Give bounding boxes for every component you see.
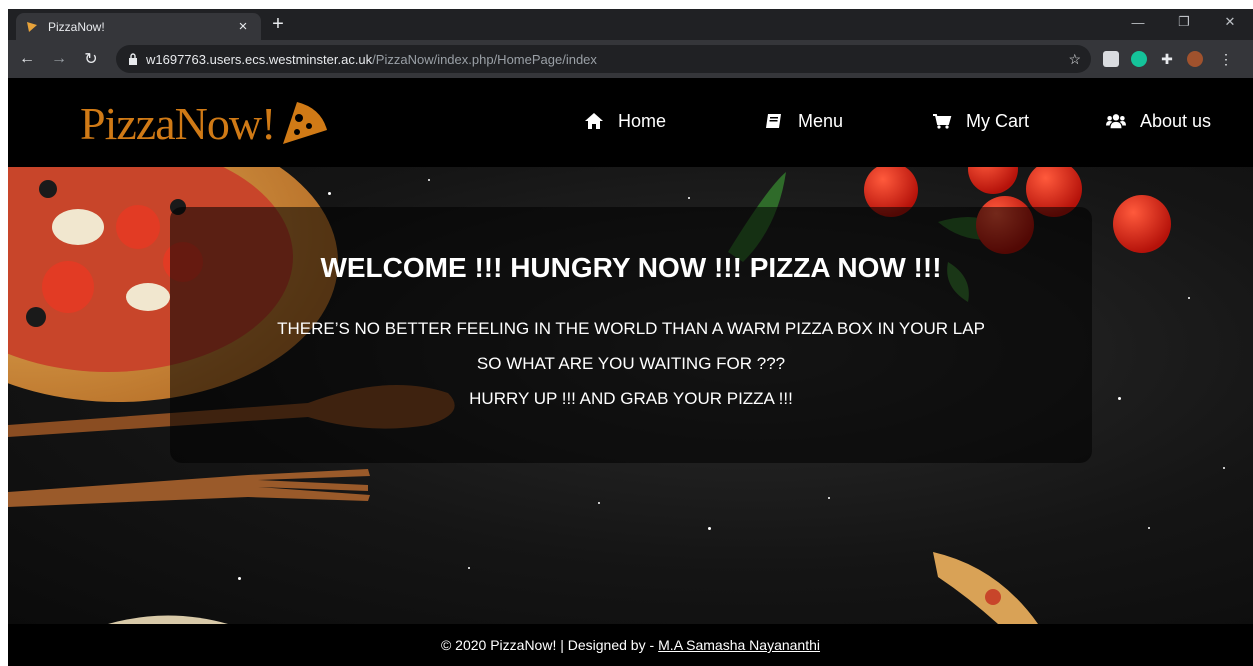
site-footer: © 2020 PizzaNow! | Designed by - M.A Sam…: [8, 624, 1253, 666]
browser-tab-strip: PizzaNow! × + — ❐ ✕: [8, 9, 1253, 40]
forward-icon[interactable]: →: [46, 46, 72, 72]
welcome-heading: WELCOME !!! HUNGRY NOW !!! PIZZA NOW !!!: [320, 252, 942, 283]
back-icon[interactable]: ←: [14, 46, 40, 72]
bookmark-star-icon[interactable]: ☆: [1068, 51, 1081, 68]
book-icon: [766, 114, 781, 128]
nav-home[interactable]: Home: [584, 108, 666, 134]
address-bar[interactable]: w1697763.users.ecs.westminster.ac.uk/Piz…: [116, 45, 1091, 73]
close-window-icon[interactable]: ✕: [1207, 9, 1253, 35]
footer-text: © 2020 PizzaNow! | Designed by -: [440, 637, 655, 653]
minimize-icon[interactable]: —: [1115, 9, 1161, 35]
browser-tab[interactable]: PizzaNow! ×: [16, 13, 261, 40]
site-header: PizzaNow! Home Menu My Cart About us: [8, 78, 1253, 167]
welcome-panel: WELCOME !!! HUNGRY NOW !!! PIZZA NOW !!!…: [170, 207, 1092, 463]
nav-home-label: Home: [618, 110, 667, 131]
browser-toolbar: ← → ↻ w1697763.users.ecs.westminster.ac.…: [8, 40, 1253, 78]
nav-menu-label: Menu: [798, 110, 844, 131]
nav-about-us-label: About us: [1140, 110, 1212, 131]
site-logo[interactable]: PizzaNow!: [80, 88, 331, 158]
lock-icon: [129, 53, 137, 65]
hero-line-1: THERE’S NO BETTER FEELING IN THE WORLD T…: [277, 319, 985, 338]
hero-section: WELCOME !!! HUNGRY NOW !!! PIZZA NOW !!!…: [8, 167, 1253, 624]
restore-icon[interactable]: ❐: [1161, 9, 1207, 35]
tab-title: PizzaNow!: [48, 19, 105, 34]
grammarly-icon[interactable]: [1131, 51, 1147, 67]
nav-my-cart-label: My Cart: [966, 110, 1029, 131]
users-icon: [1106, 114, 1126, 129]
logo-text: PizzaNow!: [80, 97, 276, 149]
hero-line-3: HURRY UP !!! AND GRAB YOUR PIZZA !!!: [469, 389, 793, 408]
pizza-slice-icon: [283, 102, 328, 144]
url-host: w1697763.users.ecs.westminster.ac.uk: [146, 51, 373, 67]
nav-menu[interactable]: Menu: [764, 108, 843, 134]
home-icon: [585, 113, 603, 129]
nav-about-us[interactable]: About us: [1106, 108, 1211, 134]
profile-avatar[interactable]: [1187, 51, 1203, 67]
pizza-favicon-icon: [27, 21, 37, 32]
cart-icon: [933, 114, 952, 129]
designer-link[interactable]: M.A Samasha Nayananthi: [658, 637, 820, 653]
reader-icon[interactable]: [1103, 51, 1119, 67]
tab-close-icon[interactable]: ×: [235, 18, 251, 35]
pizza-site: PizzaNow! Home Menu My Cart About us WEL…: [8, 78, 1253, 666]
url-path: /PizzaNow/index.php/HomePage/index: [372, 51, 597, 67]
nav-my-cart[interactable]: My Cart: [932, 108, 1029, 134]
new-tab-button[interactable]: +: [266, 13, 290, 37]
more-menu-icon[interactable]: ⋮: [1218, 51, 1234, 67]
window-controls: — ❐ ✕: [1115, 9, 1253, 35]
extensions-puzzle-icon[interactable]: ✚: [1159, 51, 1175, 67]
reload-icon[interactable]: ↻: [78, 46, 104, 72]
hero-line-2: SO WHAT ARE YOU WAITING FOR ???: [476, 354, 786, 373]
